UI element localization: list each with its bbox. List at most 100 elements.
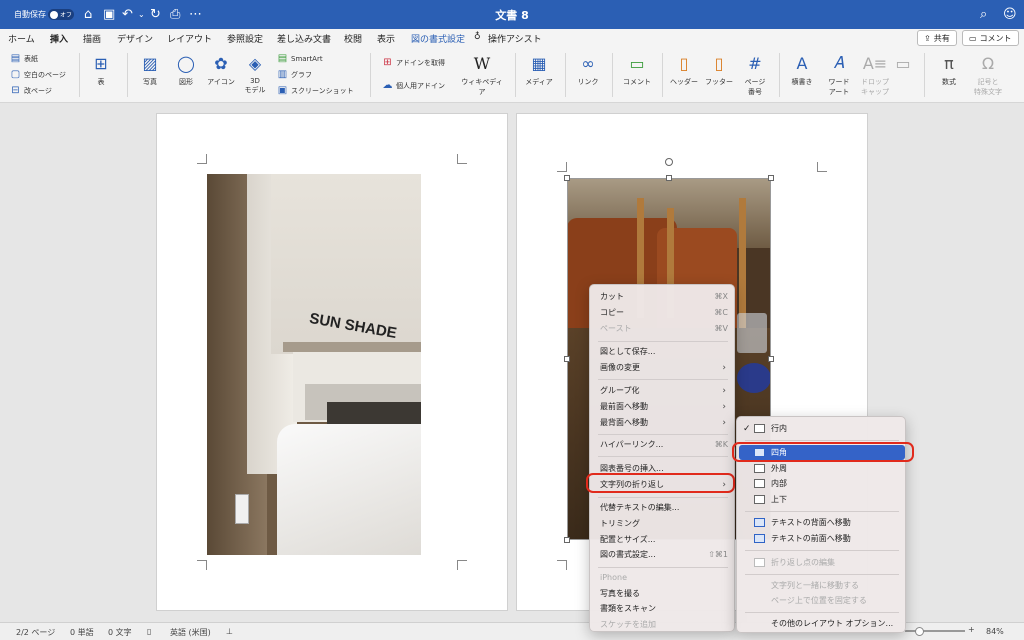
3d-models-button[interactable]: ◈ 3D モデル (242, 53, 268, 95)
wrap-tight[interactable]: 外周 (739, 461, 905, 476)
zoom-slider[interactable] (905, 630, 965, 632)
blank-page-button[interactable]: ▢ 空白のページ (10, 69, 66, 80)
wrap-inline[interactable]: ✓ 行内 (739, 421, 905, 436)
footer-button[interactable]: ▯ フッター (704, 53, 734, 87)
menu-item-add-sketch[interactable]: スケッチを追加 (590, 617, 736, 632)
menu-item-paste[interactable]: ペースト ⌘V (590, 321, 736, 336)
resize-handle[interactable] (564, 356, 570, 362)
rotate-handle[interactable] (665, 158, 673, 166)
header-button[interactable]: ▯ ヘッダー (668, 53, 700, 87)
textbox-button[interactable]: A 横書き (787, 53, 817, 87)
link-button[interactable]: ∞ リンク (574, 53, 602, 87)
wrap-inline-icon (754, 424, 765, 433)
zoom-slider-knob[interactable] (915, 627, 924, 636)
photo-sun-shade[interactable]: SUN SHADE (207, 174, 421, 555)
page-count: 2/2 ページ (16, 628, 56, 637)
lightbulb-icon: ♁ (474, 32, 481, 42)
edit-wrap-points[interactable]: 折り返し点の編集 (739, 555, 905, 570)
get-addins-button[interactable]: ⊞ アドインを取得 (382, 57, 445, 68)
blank-page-icon: ▢ (10, 69, 21, 80)
share-button[interactable]: ⇪ 共有 (917, 30, 957, 46)
fix-position-on-page[interactable]: ページ上で位置を固定する (739, 593, 905, 608)
menu-item-scan-documents[interactable]: 書類をスキャン (590, 601, 736, 616)
menu-item-change-picture[interactable]: 画像の変更 › (590, 360, 736, 375)
menu-item-send-to-back[interactable]: 最背面へ移動 › (590, 415, 736, 430)
pi-icon: π (944, 53, 954, 73)
language[interactable]: 英語 (米国) (170, 627, 211, 638)
wikipedia-button[interactable]: W ウィキペディア (458, 53, 506, 97)
share-icon: ⇪ (924, 33, 931, 43)
zoom-in-icon[interactable]: + (968, 625, 975, 634)
comments-button[interactable]: ▭ コメント (962, 30, 1019, 46)
menu-item-edit-alt-text[interactable]: 代替テキストの編集... (590, 500, 736, 515)
search-icon[interactable]: ⌕ (980, 0, 987, 29)
icons-button[interactable]: ✿ アイコン (206, 53, 236, 87)
page-1: SUN SHADE (156, 113, 508, 611)
symbol-button[interactable]: Ω 記号と 特殊文字 (969, 53, 1007, 97)
text-more-button[interactable]: ▭ (893, 53, 913, 77)
equation-button[interactable]: π 数式 (934, 53, 964, 87)
comment-button[interactable]: ▭ コメント (621, 53, 653, 87)
icons-icon: ✿ (214, 53, 228, 73)
menu-item-size-position[interactable]: 配置とサイズ... (590, 532, 736, 547)
resize-handle[interactable] (768, 356, 774, 362)
tab-picture-format[interactable]: 図の書式設定 (411, 32, 465, 45)
tab-draw[interactable]: 描画 (83, 32, 101, 45)
table-button[interactable]: ⊞ 表 (88, 53, 114, 87)
wrap-behind-text[interactable]: テキストの背面へ移動 (739, 515, 905, 530)
menu-item-copy[interactable]: コピー ⌘C (590, 305, 736, 320)
menu-item-cut[interactable]: カット ⌘X (590, 289, 736, 304)
media-button[interactable]: ▦ メディア (524, 53, 554, 87)
tab-insert[interactable]: 挿入 (50, 32, 69, 49)
my-addins-button[interactable]: ☁ 個人用アドイン (382, 80, 446, 91)
tab-design[interactable]: デザイン (117, 32, 153, 45)
proofing-icon[interactable]: ▯ (147, 627, 151, 636)
shapes-icon: ◯ (177, 53, 195, 73)
addin-icon: ☁ (382, 80, 393, 91)
accessibility-icon[interactable]: ⊥ (226, 627, 233, 636)
resize-handle[interactable] (768, 175, 774, 181)
tab-layout[interactable]: レイアウト (167, 32, 212, 45)
cover-page-button[interactable]: ▤ 表紙 (10, 53, 38, 64)
resize-handle[interactable] (564, 537, 570, 543)
menu-item-take-photo[interactable]: 写真を撮る (590, 586, 736, 601)
menu-item-crop[interactable]: トリミング (590, 516, 736, 531)
dropcap-button[interactable]: A≡ ドロップ キャップ (858, 53, 892, 97)
menu-item-group[interactable]: グループ化 › (590, 383, 736, 398)
screenshot-button[interactable]: ▣ スクリーンショット (277, 85, 354, 96)
wordart-button[interactable]: 𝐴 ワード アート (823, 53, 855, 97)
page-number-button[interactable]: # ページ 番号 (740, 53, 770, 97)
menu-item-save-as-picture[interactable]: 図として保存... (590, 344, 736, 359)
wrap-top-bottom[interactable]: 上下 (739, 492, 905, 507)
page-break-button[interactable]: ⊟ 改ページ (10, 85, 52, 96)
wrap-through[interactable]: 内部 (739, 476, 905, 491)
textbox-icon: A (796, 53, 808, 73)
link-icon: ∞ (581, 53, 595, 73)
zoom-level[interactable]: 84% (986, 627, 1004, 636)
more-layout-options[interactable]: その他のレイアウト オプション... (739, 616, 905, 631)
wikipedia-icon: W (473, 53, 491, 73)
menu-item-format-picture[interactable]: 図の書式設定... ⇧⌘1 (590, 547, 736, 562)
menu-item-hyperlink[interactable]: ハイパーリンク... ⌘K (590, 437, 736, 452)
tab-tell-me[interactable]: 操作アシスト (488, 32, 542, 45)
shapes-button[interactable]: ◯ 図形 (172, 53, 200, 87)
tab-mailings[interactable]: 差し込み文書 (277, 32, 331, 45)
footer-icon: ▯ (714, 53, 724, 73)
move-with-text[interactable]: 文字列と一緒に移動する (739, 578, 905, 593)
tab-view[interactable]: 表示 (377, 32, 395, 45)
menu-item-bring-to-front[interactable]: 最前面へ移動 › (590, 399, 736, 414)
chevron-right-icon: › (722, 385, 726, 396)
cover-page-icon: ▤ (10, 53, 21, 64)
tab-review[interactable]: 校閲 (344, 32, 362, 45)
margin-corner (457, 154, 467, 164)
resize-handle[interactable] (564, 175, 570, 181)
wrap-in-front-of-text[interactable]: テキストの前面へ移動 (739, 531, 905, 546)
smartart-icon: ▤ (277, 53, 288, 64)
photo-button[interactable]: ▨ 写真 (136, 53, 164, 87)
tab-home[interactable]: ホーム (8, 32, 35, 45)
account-icon[interactable]: ☺ (1003, 0, 1017, 29)
resize-handle[interactable] (666, 175, 672, 181)
tab-references[interactable]: 参照設定 (227, 32, 263, 45)
smartart-button[interactable]: ▤ SmartArt (277, 53, 323, 64)
chart-button[interactable]: ▥ グラフ (277, 69, 312, 80)
